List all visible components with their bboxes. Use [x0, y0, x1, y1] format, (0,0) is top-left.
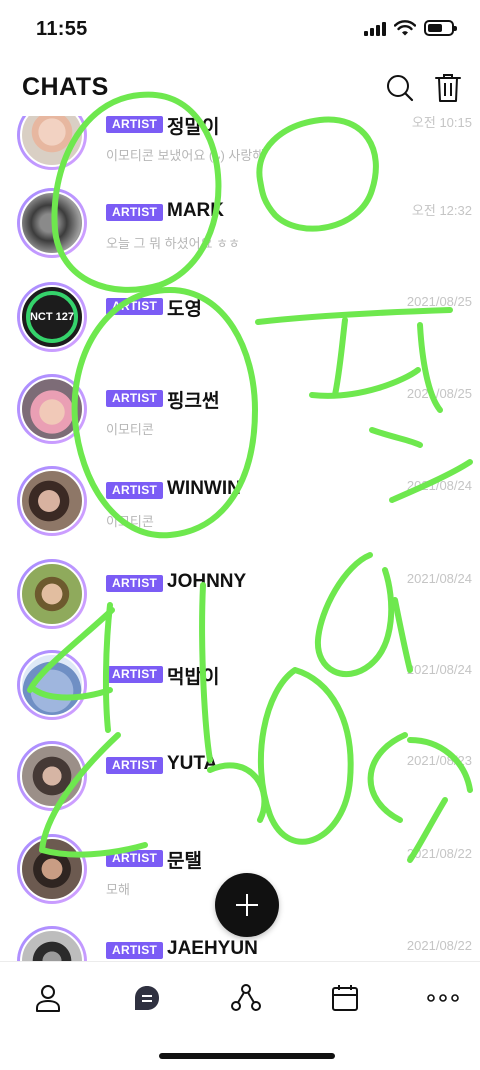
chat-name: 먹밥이	[167, 667, 220, 688]
chat-preview: 모해	[106, 882, 130, 897]
tab-share[interactable]	[226, 980, 266, 1016]
chat-time: 2021/08/23	[406, 753, 472, 768]
bottom-tab-bar	[0, 961, 480, 1070]
artist-badge: ARTIST	[106, 575, 164, 592]
add-chat-button[interactable]	[215, 873, 279, 937]
chats-screen: 11:55 CHATS ARTIST 정말이 이모티콘 보냈어요 (ᴗ) 사랑해…	[0, 0, 480, 1070]
avatar	[17, 834, 87, 904]
chat-row[interactable]: NCT 127 ARTIST 도영 2021/08/25	[0, 282, 480, 372]
home-indicator	[159, 1053, 335, 1059]
avatar	[17, 926, 87, 961]
chat-name: WINWIN	[167, 478, 241, 499]
chat-time: 2021/08/24	[406, 571, 472, 586]
nct-logo-text: NCT 127	[29, 311, 75, 323]
tab-more[interactable]	[423, 980, 463, 1016]
chat-time: 2021/08/22	[406, 938, 472, 953]
avatar	[17, 741, 87, 811]
chat-name: 도영	[167, 299, 202, 320]
chat-time: 오전 10:15	[411, 116, 472, 130]
calendar-icon	[332, 985, 358, 1011]
chat-row[interactable]: ARTIST MARK 오늘 그 뭐 하셨어요 ㅎㅎ 오전 12:32	[0, 188, 480, 278]
artist-badge: ARTIST	[106, 116, 164, 133]
chat-time: 2021/08/24	[406, 478, 472, 493]
cellular-signal-icon	[364, 20, 386, 36]
tab-chats[interactable]	[127, 980, 167, 1016]
chat-preview: 이모티콘	[106, 514, 154, 529]
chat-preview: 이모티콘	[106, 422, 154, 437]
tab-profile[interactable]	[28, 980, 68, 1016]
chat-time: 2021/08/22	[406, 846, 472, 861]
artist-badge: ARTIST	[106, 850, 164, 867]
status-icons	[364, 20, 457, 36]
chat-time: 2021/08/25	[406, 294, 472, 309]
chat-name: 핑크썬	[167, 391, 220, 412]
artist-badge: ARTIST	[106, 390, 164, 407]
chat-preview: 이모티콘 보냈어요 (ᴗ) 사랑해	[106, 148, 265, 163]
chat-name: MARK	[167, 200, 224, 221]
chat-time: 오전 12:32	[411, 203, 472, 218]
chat-row[interactable]: ARTIST 핑크썬 이모티콘 2021/08/25	[0, 374, 480, 464]
artist-badge: ARTIST	[106, 666, 164, 683]
artist-badge: ARTIST	[106, 482, 164, 499]
artist-badge: ARTIST	[106, 204, 164, 221]
avatar	[17, 466, 87, 536]
chat-name: 정말이	[167, 117, 220, 138]
chat-preview: 오늘 그 뭐 하셨어요 ㅎㅎ	[106, 236, 241, 251]
more-dots-icon	[427, 994, 459, 1002]
artist-badge: ARTIST	[106, 757, 164, 774]
search-button[interactable]	[382, 70, 418, 106]
tab-calendar[interactable]	[325, 980, 365, 1016]
chat-time: 2021/08/24	[406, 662, 472, 677]
plus-icon	[236, 894, 258, 916]
chat-row[interactable]: ARTIST 정말이 이모티콘 보냈어요 (ᴗ) 사랑해 오전 10:15	[0, 116, 480, 190]
share-icon	[231, 984, 261, 1011]
trash-icon	[435, 74, 461, 102]
avatar: NCT 127	[17, 282, 87, 352]
artist-badge: ARTIST	[106, 942, 164, 959]
chat-name: JAEHYUN	[167, 938, 258, 959]
chat-bubble-icon	[135, 986, 159, 1010]
chat-row[interactable]: ARTIST YUTA 2021/08/23	[0, 741, 480, 831]
chat-row[interactable]: ARTIST WINWIN 이모티콘 2021/08/24	[0, 466, 480, 556]
wifi-icon	[394, 20, 416, 36]
chat-name: JOHNNY	[167, 571, 247, 592]
status-bar: 11:55	[0, 0, 480, 60]
avatar	[17, 650, 87, 720]
person-icon	[36, 985, 60, 1012]
artist-badge: ARTIST	[106, 298, 164, 315]
avatar	[17, 188, 87, 258]
header: CHATS	[0, 60, 480, 116]
page-title: CHATS	[22, 73, 109, 101]
chat-row[interactable]: ARTIST 먹밥이 2021/08/24	[0, 650, 480, 740]
status-time: 11:55	[36, 18, 88, 40]
chat-time: 2021/08/25	[406, 386, 472, 401]
search-icon	[387, 75, 414, 102]
avatar	[17, 559, 87, 629]
chat-name: YUTA	[167, 753, 218, 774]
battery-icon	[424, 20, 457, 36]
delete-button[interactable]	[430, 70, 466, 106]
chat-list[interactable]: ARTIST 정말이 이모티콘 보냈어요 (ᴗ) 사랑해 오전 10:15 AR…	[0, 116, 480, 961]
chat-row[interactable]: ARTIST JOHNNY 2021/08/24	[0, 559, 480, 649]
avatar	[17, 116, 87, 170]
chat-name: 문탤	[167, 851, 202, 872]
avatar	[17, 374, 87, 444]
